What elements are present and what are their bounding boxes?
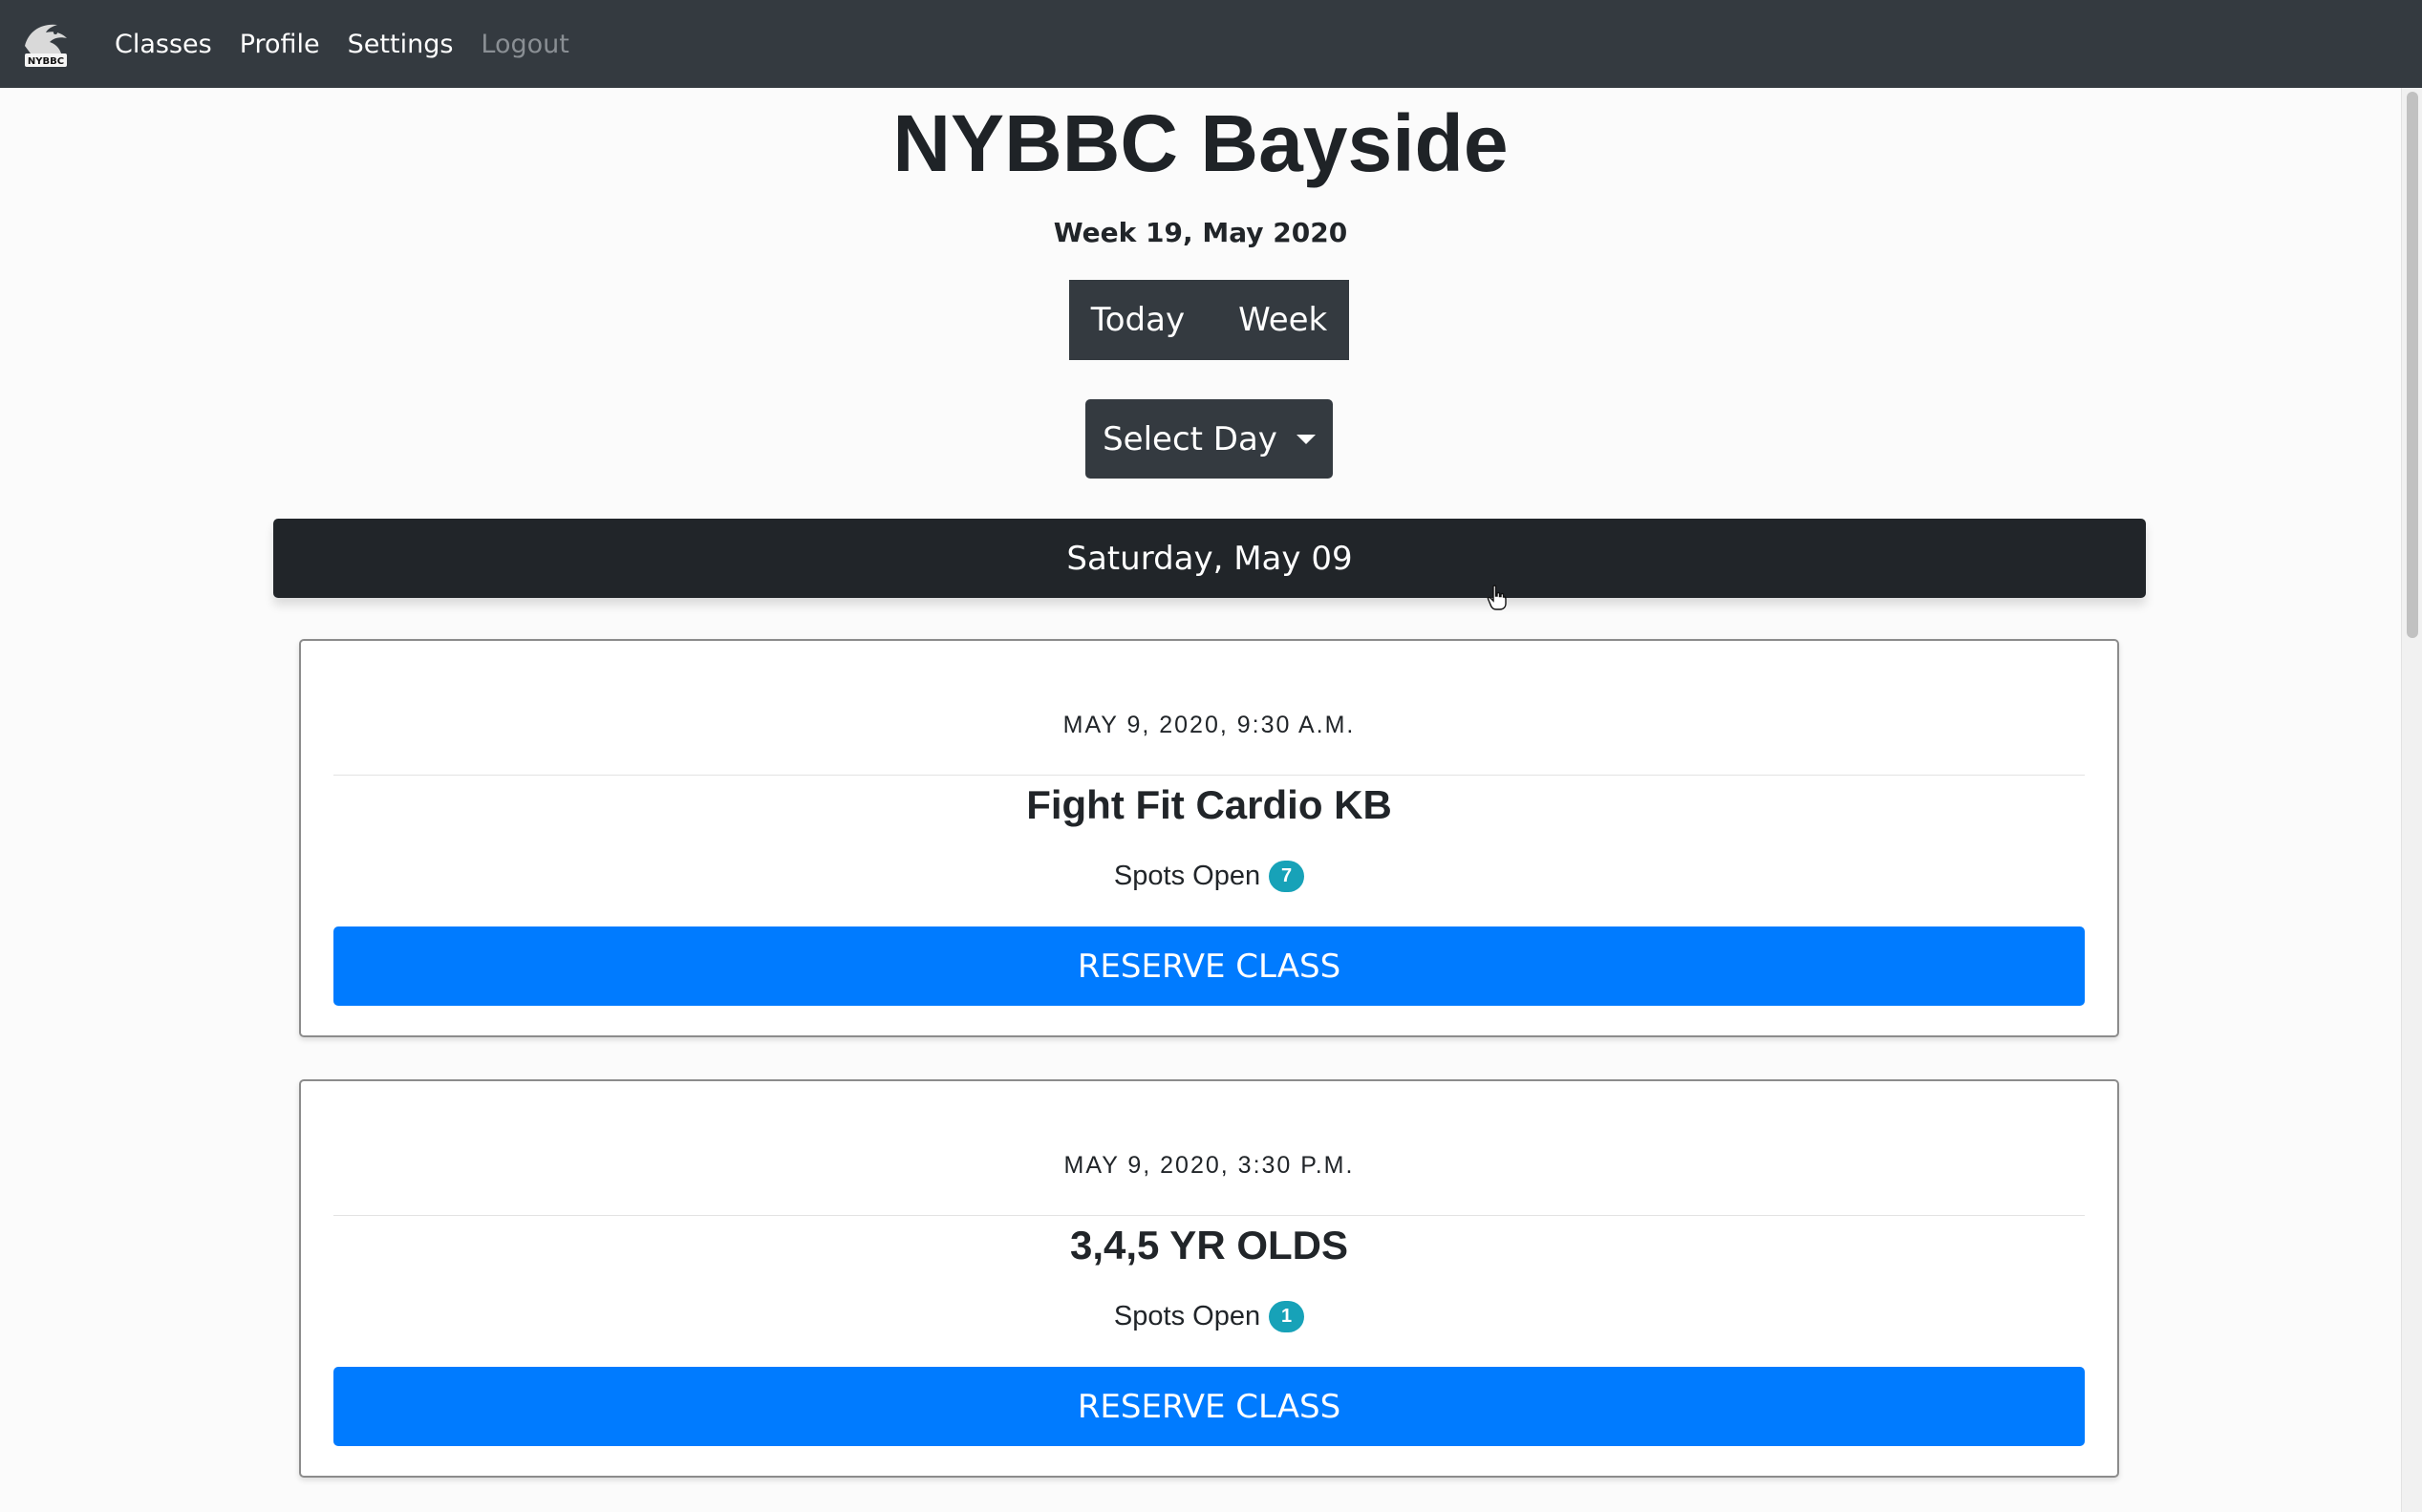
- spots-open: Spots Open 7: [301, 861, 2117, 892]
- card-divider: [333, 1215, 2085, 1216]
- class-card: MAY 9, 2020, 3:30 P.M. 3,4,5 YR OLDS Spo…: [299, 1079, 2119, 1478]
- vertical-scrollbar[interactable]: [2401, 88, 2422, 1512]
- spots-count-badge: 7: [1269, 861, 1305, 892]
- today-button[interactable]: Today: [1091, 301, 1185, 339]
- page-title: NYBBC Bayside: [892, 98, 1509, 188]
- spots-open-label: Spots Open: [1113, 1301, 1261, 1331]
- nav-link-profile[interactable]: Profile: [240, 30, 320, 59]
- logo-text: NYBBC: [28, 56, 64, 67]
- class-datetime: MAY 9, 2020, 9:30 A.M.: [1062, 712, 1356, 738]
- top-navbar: NYBBC Classes Profile Settings Logout: [0, 0, 2422, 88]
- caret-down-icon: [1296, 434, 1316, 444]
- day-header-label: Saturday, May 09: [1066, 539, 1353, 578]
- scrollbar-thumb[interactable]: [2407, 92, 2418, 638]
- spots-count-badge: 1: [1269, 1301, 1305, 1332]
- nav-link-classes[interactable]: Classes: [115, 30, 212, 59]
- week-button[interactable]: Week: [1238, 301, 1327, 339]
- main-content: NYBBC Bayside Week 19, May 2020 Today We…: [0, 88, 2401, 1512]
- reserve-class-button[interactable]: RESERVE CLASS: [333, 926, 2085, 1006]
- week-label: Week 19, May 2020: [1053, 217, 1348, 248]
- day-header[interactable]: Saturday, May 09: [273, 519, 2146, 598]
- select-day-label: Select Day: [1103, 419, 1277, 458]
- class-card: MAY 9, 2020, 9:30 A.M. Fight Fit Cardio …: [299, 639, 2119, 1037]
- nav-link-logout[interactable]: Logout: [481, 30, 568, 59]
- class-name: Fight Fit Cardio KB: [1026, 782, 1392, 827]
- spots-open: Spots Open 1: [301, 1301, 2117, 1332]
- card-divider: [333, 775, 2085, 776]
- nav-link-settings[interactable]: Settings: [348, 30, 454, 59]
- class-name: 3,4,5 YR OLDS: [1069, 1223, 1348, 1267]
- nybbc-logo-icon[interactable]: NYBBC: [19, 17, 73, 71]
- hand-cursor-icon: [1487, 585, 1508, 611]
- select-day-dropdown[interactable]: Select Day: [1085, 399, 1333, 479]
- reserve-class-button[interactable]: RESERVE CLASS: [333, 1367, 2085, 1446]
- view-toggle-group: Today Week: [1069, 280, 1349, 360]
- class-datetime: MAY 9, 2020, 3:30 P.M.: [1063, 1152, 1355, 1179]
- spots-open-label: Spots Open: [1113, 861, 1261, 891]
